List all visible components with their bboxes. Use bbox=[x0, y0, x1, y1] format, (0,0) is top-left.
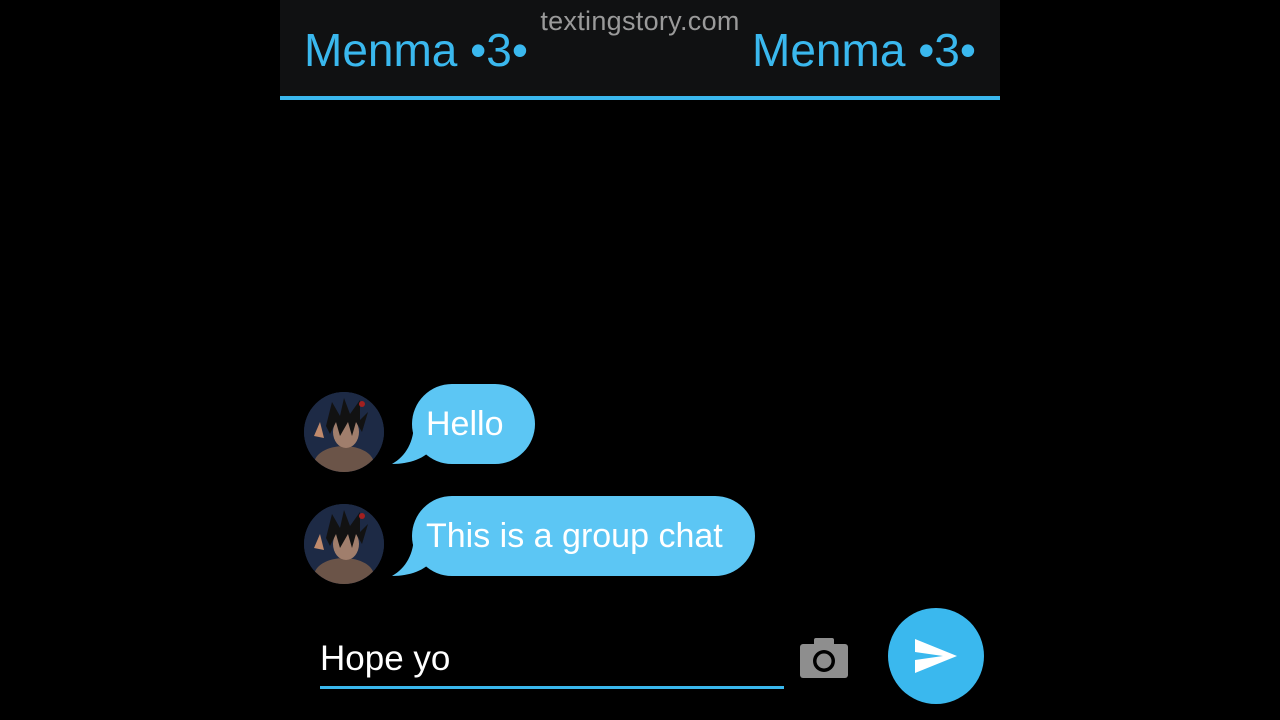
watermark: textingstory.com bbox=[540, 6, 740, 36]
chat-header: Menma •3• Menma •3• textingstory.com bbox=[280, 0, 1000, 100]
message-composer bbox=[320, 632, 784, 689]
message-bubble: This is a group chat bbox=[412, 496, 755, 576]
message-text: This is a group chat bbox=[426, 516, 723, 555]
send-button[interactable] bbox=[888, 608, 984, 704]
camera-button[interactable] bbox=[798, 636, 850, 680]
avatar-image bbox=[304, 392, 384, 472]
camera-icon bbox=[800, 638, 848, 678]
avatar bbox=[304, 392, 384, 472]
message-text: Hello bbox=[426, 404, 504, 443]
avatar-image bbox=[304, 504, 384, 584]
chat-screen: Menma •3• Menma •3• textingstory.com Hel… bbox=[280, 0, 1000, 720]
message-row: This is a group chat bbox=[304, 496, 904, 584]
avatar bbox=[304, 504, 384, 584]
send-icon bbox=[915, 639, 957, 673]
message-bubble: Hello bbox=[412, 384, 536, 464]
message-row: Hello bbox=[304, 384, 904, 472]
message-input[interactable] bbox=[320, 632, 784, 686]
